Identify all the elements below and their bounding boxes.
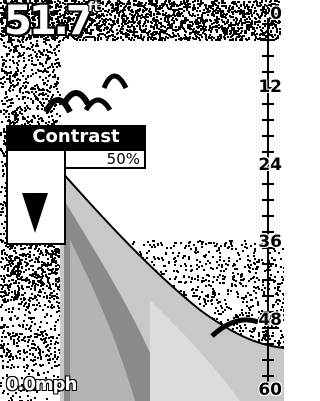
contrast-value[interactable]: 50%: [64, 149, 146, 169]
speed-readout: 0.0mph: [6, 374, 77, 395]
sonar-screen: 51.7 ft 0 12 24 36 48 60 0.0mph Contrast…: [0, 0, 284, 401]
depth-label-12: 12: [258, 77, 282, 97]
depth-readout: 51.7: [4, 0, 94, 44]
depth-label-36: 36: [258, 232, 282, 252]
contrast-menu[interactable]: Contrast 50%: [6, 125, 146, 245]
contrast-adjust-area[interactable]: [6, 149, 66, 245]
down-arrow-icon[interactable]: [20, 193, 50, 233]
fish-arch: [61, 90, 91, 106]
fish-arch: [101, 73, 129, 90]
depth-label-0: 0: [270, 4, 282, 24]
depth-label-24: 24: [258, 155, 282, 175]
contrast-title: Contrast: [6, 125, 146, 149]
depth-unit: ft: [88, 0, 100, 15]
depth-label-48: 48: [258, 310, 282, 330]
depth-label-60: 60: [258, 380, 282, 400]
fish-arch: [83, 97, 113, 112]
